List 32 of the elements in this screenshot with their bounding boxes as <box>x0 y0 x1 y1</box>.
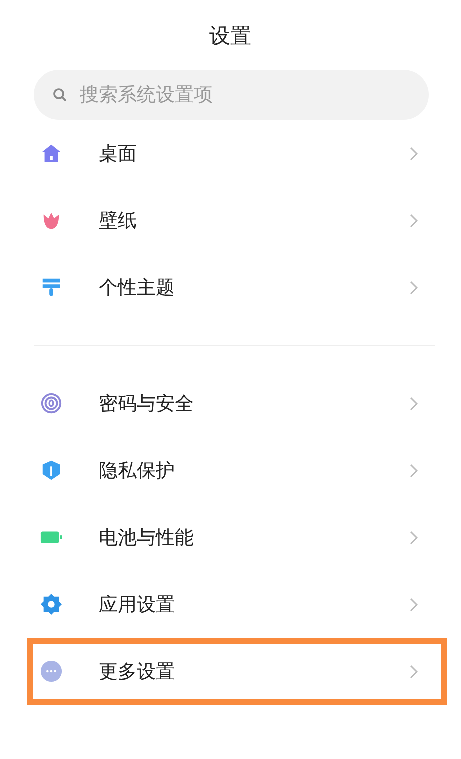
settings-item[interactable]: 密码与安全 <box>27 370 447 437</box>
item-label: 密码与安全 <box>99 392 195 416</box>
settings-item[interactable]: 桌面 <box>27 120 447 187</box>
item-label: 电池与性能 <box>99 526 195 550</box>
chevron-icon <box>409 530 419 546</box>
settings-item[interactable]: 个性主题 <box>27 254 447 321</box>
item-label: 壁纸 <box>99 208 138 234</box>
chevron-icon <box>409 146 419 162</box>
chevron-icon <box>409 280 419 296</box>
item-label: 个性主题 <box>99 276 176 300</box>
settings-item[interactable]: 应用设置 <box>27 571 447 638</box>
search-field[interactable]: 搜索系统设置项 <box>34 70 429 120</box>
shield-icon <box>40 459 63 482</box>
settings-item[interactable]: 更多设置 <box>27 638 447 705</box>
item-label: 更多设置 <box>99 660 176 684</box>
house-icon <box>40 142 63 165</box>
fingerprint-icon <box>40 392 63 415</box>
settings-item[interactable]: 壁纸 <box>27 187 447 254</box>
settings-item[interactable]: 隐私保护 <box>27 437 447 504</box>
page-title: 设置 <box>210 23 252 50</box>
chevron-icon <box>409 664 419 680</box>
item-label: 隐私保护 <box>99 458 176 484</box>
more-icon <box>40 660 63 683</box>
chevron-icon <box>409 462 419 478</box>
gear-icon <box>40 593 63 616</box>
item-label: 应用设置 <box>99 592 176 618</box>
chevron-icon <box>409 396 419 412</box>
chevron-icon <box>409 596 419 612</box>
chevron-icon <box>409 212 419 228</box>
settings-item[interactable]: 电池与性能 <box>27 504 447 571</box>
item-label: 桌面 <box>99 142 138 166</box>
paint-roller-icon <box>40 276 63 299</box>
